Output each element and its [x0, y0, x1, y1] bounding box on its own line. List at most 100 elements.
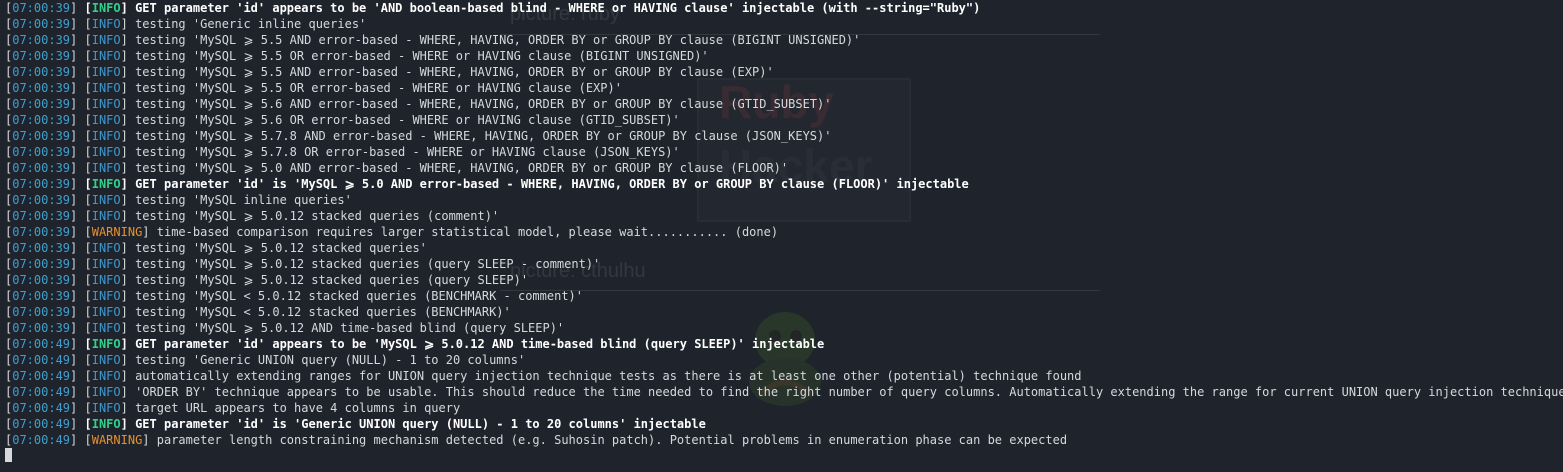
log-level: INFO — [91, 97, 121, 111]
log-timestamp: 07:00:49 — [12, 433, 71, 447]
log-message: testing 'MySQL inline queries' — [135, 193, 352, 207]
log-timestamp: 07:00:39 — [12, 129, 71, 143]
log-line: [07:00:49] [INFO] GET parameter 'id' app… — [5, 337, 825, 351]
log-line: [07:00:39] [INFO] testing 'MySQL inline … — [5, 193, 352, 207]
log-level: INFO — [91, 417, 121, 431]
log-timestamp: 07:00:39 — [12, 177, 71, 191]
log-level: INFO — [91, 257, 121, 271]
terminal-window[interactable]: picture: ruby Ruby Hacker picture: cthul… — [0, 0, 1563, 472]
log-line: [07:00:39] [INFO] testing 'MySQL < 5.0.1… — [5, 305, 511, 319]
log-line: [07:00:39] [INFO] testing 'MySQL ⩾ 5.5 A… — [5, 65, 774, 79]
log-level: INFO — [91, 369, 121, 383]
log-line: [07:00:49] [INFO] automatically extendin… — [5, 369, 1082, 383]
log-level: INFO — [91, 49, 121, 63]
log-line: [07:00:39] [INFO] testing 'MySQL ⩾ 5.7.8… — [5, 145, 680, 159]
log-line: [07:00:39] [INFO] testing 'MySQL ⩾ 5.0.1… — [5, 241, 427, 255]
log-message: testing 'MySQL ⩾ 5.0.12 AND time-based b… — [135, 321, 565, 335]
log-message: testing 'MySQL ⩾ 5.5 OR error-based - WH… — [135, 81, 622, 95]
log-line: [07:00:39] [INFO] testing 'MySQL ⩾ 5.5 A… — [5, 33, 861, 47]
log-message: testing 'MySQL ⩾ 5.5 AND error-based - W… — [135, 33, 861, 47]
log-message: testing 'MySQL ⩾ 5.0.12 stacked queries … — [135, 257, 601, 271]
log-timestamp: 07:00:39 — [12, 225, 71, 239]
log-message: testing 'MySQL ⩾ 5.7.8 OR error-based - … — [135, 145, 680, 159]
log-timestamp: 07:00:49 — [12, 369, 71, 383]
log-level: INFO — [91, 33, 121, 47]
terminal-cursor — [5, 448, 12, 462]
log-timestamp: 07:00:39 — [12, 65, 71, 79]
log-line: [07:00:39] [INFO] testing 'MySQL ⩾ 5.5 O… — [5, 49, 709, 63]
log-timestamp: 07:00:39 — [12, 193, 71, 207]
log-line: [07:00:49] [INFO] 'ORDER BY' technique a… — [5, 384, 1563, 400]
log-level: INFO — [91, 1, 121, 15]
log-message: testing 'MySQL ⩾ 5.5 AND error-based - W… — [135, 65, 774, 79]
log-level: INFO — [91, 289, 121, 303]
log-timestamp: 07:00:39 — [12, 145, 71, 159]
log-message: parameter length constraining mechanism … — [156, 433, 1068, 447]
log-line: [07:00:39] [INFO] GET parameter 'id' app… — [5, 1, 981, 15]
log-timestamp: 07:00:49 — [12, 385, 71, 399]
log-line: [07:00:49] [INFO] GET parameter 'id' is … — [5, 417, 706, 431]
log-line: [07:00:39] [INFO] GET parameter 'id' is … — [5, 177, 969, 191]
log-timestamp: 07:00:39 — [12, 273, 71, 287]
log-level: INFO — [91, 113, 121, 127]
log-line: [07:00:49] [INFO] testing 'Generic UNION… — [5, 353, 526, 367]
log-level: INFO — [91, 401, 121, 415]
log-message: testing 'MySQL < 5.0.12 stacked queries … — [135, 305, 511, 319]
log-line: [07:00:49] [INFO] target URL appears to … — [5, 401, 461, 415]
log-line: [07:00:39] [INFO] testing 'MySQL ⩾ 5.6 A… — [5, 97, 832, 111]
log-message: testing 'MySQL ⩾ 5.5 OR error-based - WH… — [135, 49, 709, 63]
log-timestamp: 07:00:39 — [12, 209, 71, 223]
log-message: testing 'MySQL ⩾ 5.0.12 stacked queries' — [135, 241, 427, 255]
log-message: 'ORDER BY' technique appears to be usabl… — [135, 385, 1563, 399]
log-line: [07:00:39] [INFO] testing 'MySQL ⩾ 5.0 A… — [5, 161, 789, 175]
log-timestamp: 07:00:39 — [12, 257, 71, 271]
log-line: [07:00:39] [INFO] testing 'MySQL < 5.0.1… — [5, 289, 584, 303]
log-timestamp: 07:00:39 — [12, 17, 71, 31]
log-message: GET parameter 'id' appears to be 'AND bo… — [135, 1, 981, 15]
terminal-output: [07:00:39] [INFO] GET parameter 'id' app… — [5, 0, 1563, 448]
log-level: INFO — [91, 129, 121, 143]
log-level: INFO — [91, 321, 121, 335]
log-message: GET parameter 'id' is 'MySQL ⩾ 5.0 AND e… — [135, 177, 969, 191]
log-line: [07:00:39] [INFO] testing 'Generic inlin… — [5, 17, 367, 31]
log-message: testing 'MySQL ⩾ 5.0.12 stacked queries … — [135, 273, 529, 287]
log-level: WARNING — [91, 433, 143, 447]
log-message: target URL appears to have 4 columns in … — [135, 401, 461, 415]
log-level: INFO — [91, 385, 121, 399]
log-line: [07:00:39] [INFO] testing 'MySQL ⩾ 5.5 O… — [5, 81, 622, 95]
log-timestamp: 07:00:39 — [12, 241, 71, 255]
log-line: [07:00:39] [INFO] testing 'MySQL ⩾ 5.6 O… — [5, 113, 680, 127]
log-line: [07:00:49] [WARNING] parameter length co… — [5, 433, 1068, 447]
log-line: [07:00:39] [INFO] testing 'MySQL ⩾ 5.7.8… — [5, 129, 832, 143]
log-level: INFO — [91, 161, 121, 175]
log-timestamp: 07:00:39 — [12, 321, 71, 335]
log-message: GET parameter 'id' appears to be 'MySQL … — [135, 337, 825, 351]
log-message: testing 'Generic inline queries' — [135, 17, 367, 31]
log-line: [07:00:39] [INFO] testing 'MySQL ⩾ 5.0.1… — [5, 273, 529, 287]
log-timestamp: 07:00:39 — [12, 289, 71, 303]
log-message: GET parameter 'id' is 'Generic UNION que… — [135, 417, 706, 431]
log-level: INFO — [91, 241, 121, 255]
log-timestamp: 07:00:39 — [12, 49, 71, 63]
log-message: testing 'MySQL ⩾ 5.6 AND error-based - W… — [135, 97, 832, 111]
log-timestamp: 07:00:39 — [12, 161, 71, 175]
log-line: [07:00:39] [WARNING] time-based comparis… — [5, 225, 779, 239]
log-level: INFO — [91, 193, 121, 207]
log-timestamp: 07:00:39 — [12, 97, 71, 111]
log-line: [07:00:39] [INFO] testing 'MySQL ⩾ 5.0.1… — [5, 321, 565, 335]
log-timestamp: 07:00:39 — [12, 33, 71, 47]
log-line: [07:00:39] [INFO] testing 'MySQL ⩾ 5.0.1… — [5, 209, 500, 223]
log-timestamp: 07:00:39 — [12, 305, 71, 319]
log-level: INFO — [91, 209, 121, 223]
log-level: INFO — [91, 273, 121, 287]
log-level: INFO — [91, 305, 121, 319]
log-level: INFO — [91, 17, 121, 31]
log-message: testing 'MySQL ⩾ 5.7.8 AND error-based -… — [135, 129, 832, 143]
log-timestamp: 07:00:49 — [12, 417, 71, 431]
log-timestamp: 07:00:49 — [12, 353, 71, 367]
log-message: testing 'MySQL ⩾ 5.6 OR error-based - WH… — [135, 113, 680, 127]
log-level: INFO — [91, 145, 121, 159]
log-level: INFO — [91, 81, 121, 95]
log-level: INFO — [91, 353, 121, 367]
log-timestamp: 07:00:49 — [12, 401, 71, 415]
